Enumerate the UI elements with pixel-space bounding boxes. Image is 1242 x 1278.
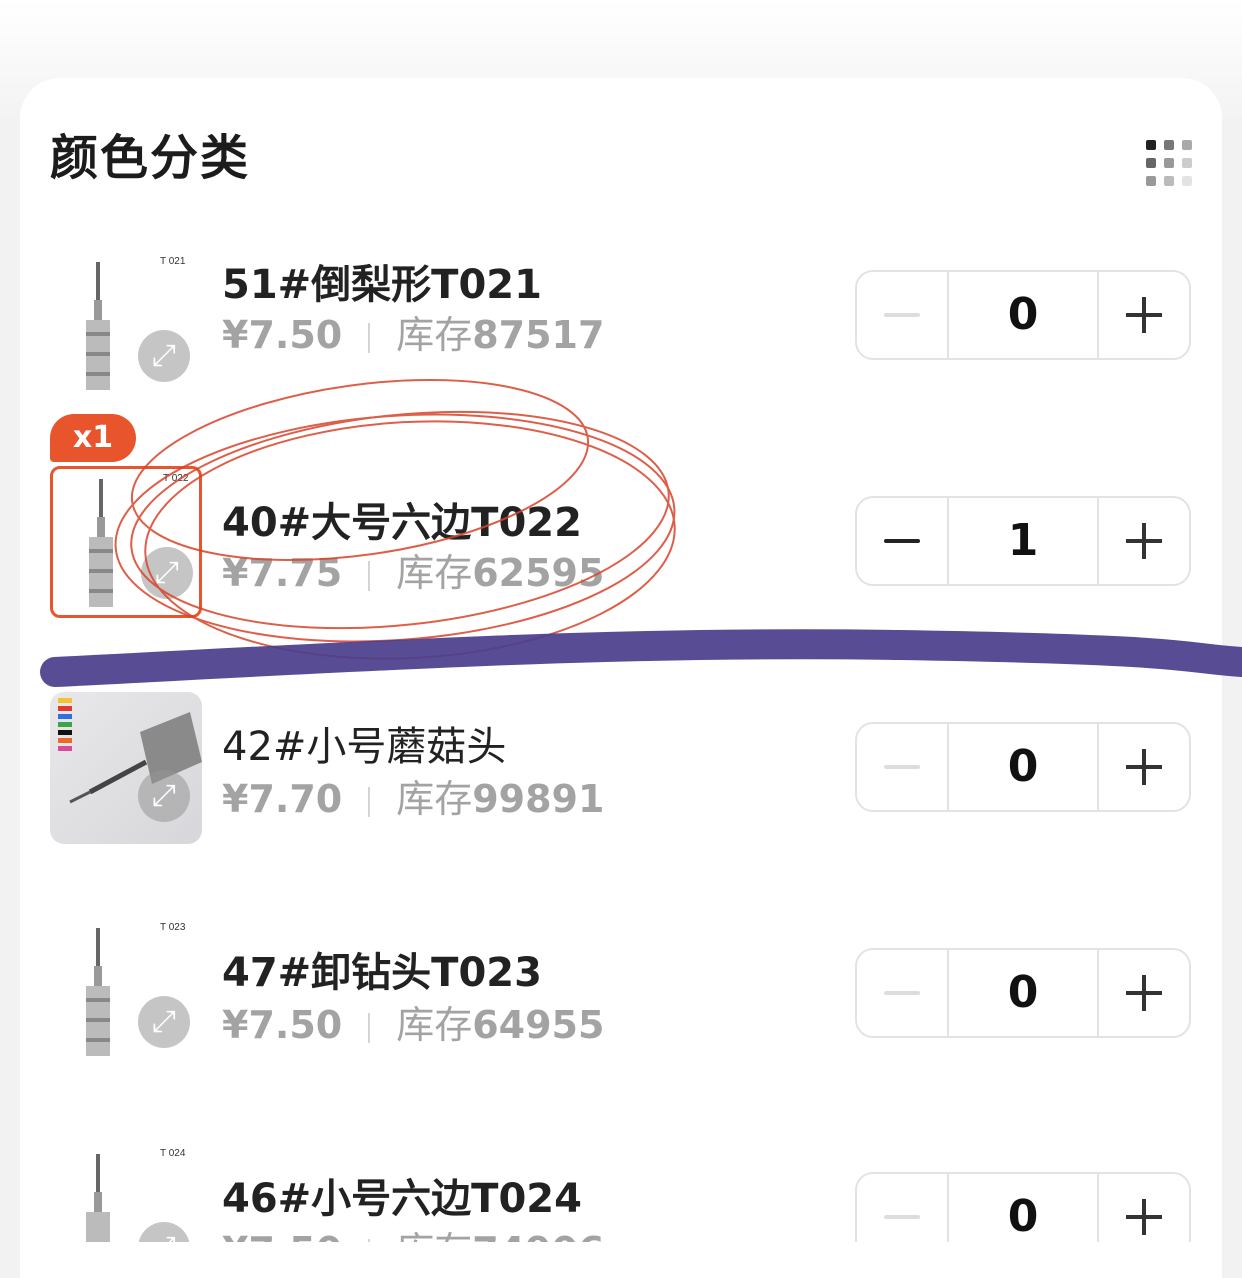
- product-thumbnail[interactable]: T 022 ⤢: [50, 466, 202, 618]
- minus-button[interactable]: [857, 272, 949, 358]
- product-thumbnail[interactable]: T 023 ⤢: [50, 918, 202, 1070]
- item-meta: ¥7.75 库存62595: [222, 542, 604, 597]
- item-name: 51#倒梨形T021: [222, 262, 542, 308]
- sku-row[interactable]: ⤢ 42#小号蘑菇头 ¥7.70 库存99891 0: [0, 692, 1242, 872]
- item-name: 40#大号六边T022: [222, 500, 582, 546]
- item-price: ¥7.75: [222, 551, 343, 595]
- quantity-stepper: 0: [855, 270, 1191, 360]
- grid-view-icon[interactable]: [1146, 140, 1194, 188]
- product-thumbnail[interactable]: ⤢: [50, 692, 202, 844]
- drill-bit-image: [86, 1154, 110, 1242]
- item-stock: 库存99891: [396, 777, 605, 821]
- quantity-value[interactable]: 1: [949, 498, 1097, 584]
- divider: [368, 1238, 371, 1242]
- item-stock: 库存74906: [396, 1229, 604, 1242]
- plus-button[interactable]: [1097, 950, 1189, 1036]
- divider: [368, 322, 371, 353]
- plus-icon: [1126, 749, 1162, 785]
- item-price: ¥7.50: [222, 1003, 343, 1047]
- quantity-value[interactable]: 0: [949, 1174, 1097, 1242]
- product-thumbnail[interactable]: T 024 ⤢: [50, 1144, 202, 1242]
- item-stock: 库存64955: [396, 1003, 605, 1047]
- item-meta: ¥7.50 库存64955: [222, 994, 604, 1049]
- drill-bit-image: [58, 698, 202, 804]
- plus-button[interactable]: [1097, 1174, 1189, 1242]
- item-stock: 库存87517: [396, 313, 605, 357]
- thumb-code: T 021: [160, 256, 186, 267]
- item-price: ¥7.50: [222, 1229, 342, 1242]
- drill-bit-image: [89, 479, 113, 607]
- thumb-code: T 023: [160, 922, 186, 933]
- product-thumbnail[interactable]: T 021 ⤢: [50, 252, 202, 404]
- item-price: ¥7.50: [222, 313, 343, 357]
- quantity-stepper: 0: [855, 1172, 1191, 1242]
- minus-button[interactable]: [857, 724, 949, 810]
- quantity-stepper: 0: [855, 722, 1191, 812]
- plus-button[interactable]: [1097, 724, 1189, 810]
- expand-icon[interactable]: ⤢: [138, 330, 190, 382]
- quantity-stepper: 0: [855, 948, 1191, 1038]
- minus-button[interactable]: [857, 1174, 949, 1242]
- sku-row[interactable]: T 021 ⤢ 51#倒梨形T021 ¥7.50 库存87517 0: [0, 252, 1242, 432]
- plus-icon: [1126, 1199, 1162, 1235]
- expand-icon[interactable]: ⤢: [138, 996, 190, 1048]
- quantity-value[interactable]: 0: [949, 272, 1097, 358]
- quantity-value[interactable]: 0: [949, 724, 1097, 810]
- minus-button[interactable]: [857, 498, 949, 584]
- item-name: 42#小号蘑菇头: [222, 724, 507, 770]
- quantity-value[interactable]: 0: [949, 950, 1097, 1036]
- item-meta: ¥7.50 库存87517: [222, 304, 604, 359]
- thumb-code: T 022: [163, 473, 189, 484]
- divider: [368, 560, 371, 591]
- drill-bit-image: [86, 928, 110, 1056]
- thumb-code: T 024: [160, 1148, 186, 1159]
- sku-row[interactable]: T 022 ⤢ x1 40#大号六边T022 ¥7.75 库存62595 1: [0, 414, 1242, 646]
- item-stock: 库存62595: [396, 551, 605, 595]
- plus-button[interactable]: [1097, 498, 1189, 584]
- minus-icon: [884, 991, 920, 995]
- minus-icon: [884, 765, 920, 769]
- plus-icon: [1126, 523, 1162, 559]
- expand-icon[interactable]: ⤢: [141, 547, 193, 599]
- selected-count-badge: x1: [50, 414, 136, 462]
- expand-icon[interactable]: ⤢: [138, 1222, 190, 1242]
- minus-icon: [884, 1215, 920, 1219]
- minus-icon: [884, 313, 920, 317]
- divider: [368, 1012, 371, 1043]
- quantity-stepper: 1: [855, 496, 1191, 586]
- item-price: ¥7.70: [222, 777, 343, 821]
- plus-icon: [1126, 297, 1162, 333]
- plus-icon: [1126, 975, 1162, 1011]
- divider: [368, 786, 371, 817]
- plus-button[interactable]: [1097, 272, 1189, 358]
- item-name: 47#卸钻头T023: [222, 950, 542, 996]
- minus-icon: [884, 539, 920, 543]
- expand-icon[interactable]: ⤢: [138, 770, 190, 822]
- section-title: 颜色分类: [50, 130, 251, 186]
- sku-row[interactable]: T 023 ⤢ 47#卸钻头T023 ¥7.50 库存64955 0: [0, 918, 1242, 1098]
- item-name: 46#小号六边T024: [222, 1176, 582, 1222]
- minus-button[interactable]: [857, 950, 949, 1036]
- sku-row[interactable]: T 024 ⤢ 46#小号六边T024 ¥7.50 库存74906 0: [0, 1144, 1242, 1242]
- item-meta: ¥7.70 库存99891: [222, 768, 604, 823]
- item-meta: ¥7.50 库存74906: [222, 1220, 604, 1242]
- drill-bit-image: [86, 262, 110, 390]
